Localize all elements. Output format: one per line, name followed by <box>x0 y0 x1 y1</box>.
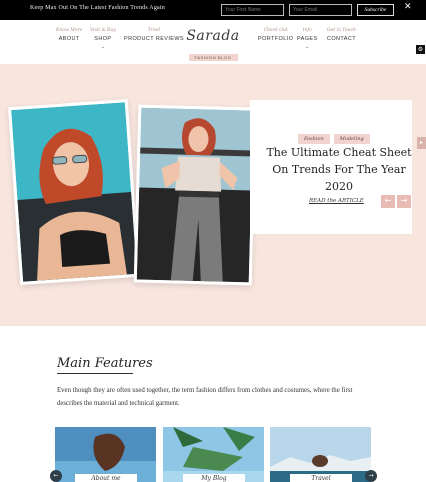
email-input[interactable] <box>289 4 352 16</box>
nav-item-script: Info <box>302 28 312 33</box>
main-navigation: Know More ABOUT Visit & Buy SHOP ⌄ Tried… <box>0 20 426 64</box>
nav-item-label: SHOP <box>94 36 112 42</box>
feature-card-travel[interactable]: Travel <box>270 427 371 482</box>
post-tags: Fashion Modeling <box>298 125 374 144</box>
tag-fashion[interactable]: Fashion <box>298 134 330 144</box>
nav-item-shop[interactable]: Visit & Buy SHOP ⌄ <box>90 28 116 50</box>
site-logo[interactable]: Sarada FASHION BLOG <box>182 28 244 61</box>
chevron-down-icon: ⌄ <box>100 44 105 50</box>
read-article-link[interactable]: READ the ARTICLE <box>309 198 364 204</box>
carousel-prev-button[interactable]: ← <box>50 470 62 482</box>
nav-item-contact[interactable]: Get in Touch CONTACT <box>327 28 356 42</box>
nav-item-label: ABOUT <box>58 36 80 42</box>
first-name-input[interactable] <box>221 4 284 16</box>
logo-tagline: FASHION BLOG <box>188 54 238 61</box>
feature-card-caption: Travel <box>290 474 352 482</box>
newsletter-message: Keep Max Out On The Latest Fashion Trend… <box>30 5 165 11</box>
nav-item-label: PAGES <box>297 36 318 42</box>
feature-card-about[interactable]: About me <box>55 427 156 482</box>
tag-modeling[interactable]: Modeling <box>333 134 370 144</box>
post-title[interactable]: The Ultimate Cheat Sheet On Trends For T… <box>264 144 414 195</box>
chevron-down-icon: ⌄ <box>305 44 310 50</box>
nav-item-script: Know More <box>56 28 83 33</box>
woman-with-sunglasses-image <box>11 102 137 282</box>
carousel-next-button[interactable]: → <box>365 470 377 482</box>
nav-item-pages[interactable]: Info PAGES ⌄ <box>297 28 318 50</box>
featured-post-card: Fashion Modeling The Ultimate Cheat Sheet… <box>250 100 412 234</box>
nav-item-script: Get in Touch <box>327 28 356 33</box>
close-icon[interactable]: ✕ <box>404 2 412 12</box>
nav-item-script: Tried <box>147 28 161 33</box>
nav-item-portfolio[interactable]: Check Out PORTFOLIO <box>258 28 293 42</box>
woman-in-trousers-image <box>136 107 254 283</box>
nav-item-label: PRODUCT REVIEWS <box>124 36 184 42</box>
feature-card-blog[interactable]: My Blog <box>163 427 264 482</box>
nav-item-label: CONTACT <box>327 36 356 42</box>
nav-item-script: Visit & Buy <box>90 28 116 33</box>
hero-photo-left <box>7 99 141 285</box>
newsletter-bar: Keep Max Out On The Latest Fashion Trend… <box>0 0 426 20</box>
hero-photo-right <box>133 104 257 286</box>
section-title: Main Features <box>57 356 153 371</box>
feature-card-caption: My Blog <box>183 474 245 482</box>
slider-next-button[interactable]: → <box>397 195 411 208</box>
section-title-underline <box>57 373 133 374</box>
nav-item-product-reviews[interactable]: Tried PRODUCT REVIEWS <box>124 28 184 42</box>
nav-item-label: PORTFOLIO <box>258 36 294 42</box>
side-settings-tab[interactable]: ▸ <box>417 137 426 149</box>
slider-prev-button[interactable]: ← <box>381 195 395 208</box>
gear-icon[interactable]: ⚙ <box>416 45 425 54</box>
subscribe-button[interactable]: Subscribe <box>357 4 394 16</box>
nav-item-script: Check Out <box>263 28 288 33</box>
logo-wordmark: Sarada <box>186 28 240 44</box>
feature-card-caption: About me <box>75 474 137 482</box>
section-description: Even though they are often used together… <box>57 387 353 407</box>
nav-item-about[interactable]: Know More ABOUT <box>56 28 82 42</box>
